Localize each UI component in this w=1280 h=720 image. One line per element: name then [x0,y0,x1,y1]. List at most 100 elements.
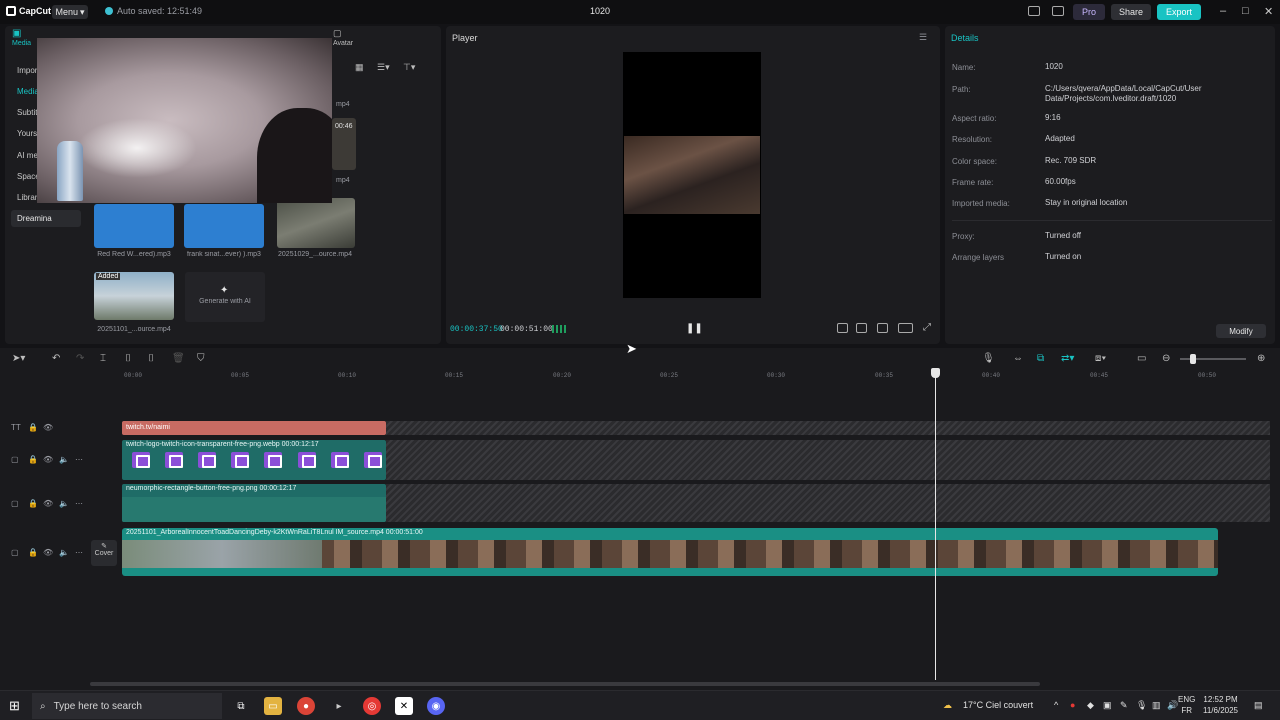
lock-icon[interactable]: 🔒 [28,423,38,432]
shield-icon[interactable]: ⛉ [197,353,205,364]
eye-icon[interactable]: 👁 [43,499,53,508]
detail-label: Aspect ratio: [952,114,997,123]
redo-icon[interactable]: ↷ [76,353,84,364]
lock-icon[interactable]: 🔒 [28,499,38,508]
playhead-handle[interactable] [931,368,940,378]
split-left-icon[interactable]: ⌷ [125,353,131,364]
ruler-tick: 00:45 [1090,372,1109,379]
zoom-out-icon[interactable]: ⊖ [1162,353,1170,364]
delete-icon[interactable]: 🗑 [172,353,185,364]
more-icon[interactable]: ⋯ [75,499,83,508]
player-menu-icon[interactable]: ☰ [919,32,927,43]
select-tool-icon[interactable]: ➤▾ [12,353,25,364]
video-preview[interactable] [623,52,761,298]
file-explorer-icon[interactable]: ▭ [264,697,282,715]
share-button[interactable]: Share [1111,4,1151,20]
main-video-clip[interactable]: 20251101_ArborealInnocentToadDancingDeby… [122,528,1218,576]
taskbar-search[interactable]: ⌕ Type here to search [32,693,222,719]
taskbar-clock[interactable]: 12:52 PM 11/6/2025 [1203,694,1238,716]
tray-app-icon[interactable]: ✎ [1120,700,1128,711]
fit-icon[interactable] [837,323,848,333]
split-icon[interactable]: ⌶ [100,353,106,364]
language-indicator[interactable]: ENG FR [1178,694,1195,716]
undo-icon[interactable]: ↶ [52,353,60,364]
media-item-audio[interactable] [94,204,174,248]
close-icon[interactable]: ✕ [1264,5,1273,18]
generate-ai-tile[interactable] [185,272,265,322]
menu-button[interactable]: Menu ▾ [52,5,88,19]
sparkle-icon: ✦ [220,285,229,296]
layout-icon[interactable] [1028,6,1040,16]
caption-icon[interactable]: ▭ [1137,353,1146,364]
zoom-slider-knob[interactable] [1190,354,1196,364]
tray-app-icon[interactable]: ● [1070,700,1075,710]
screenshot-icon[interactable] [877,323,888,333]
text-clip[interactable]: twitch.tv/naimi [122,421,386,435]
eye-icon[interactable]: 👁 [43,423,53,432]
capcut-taskbar-icon[interactable]: ✕ [395,697,413,715]
microphone-icon[interactable]: 🎙 [982,353,995,364]
lock-icon[interactable]: 🔒 [28,455,38,464]
speaker-icon[interactable]: 🔈 [59,548,69,557]
volume-icon[interactable]: 🔊 [1167,700,1178,711]
lock-icon[interactable]: 🔒 [28,548,38,557]
media-item-audio[interactable] [184,204,264,248]
text-track-extension [386,421,1270,435]
sticker-clip[interactable]: twitch-logo-twitch-icon-transparent-free… [122,440,386,480]
speaker-icon[interactable]: 🔈 [59,455,69,464]
playhead[interactable] [935,368,936,680]
ratio-icon[interactable] [898,323,913,333]
obs-icon[interactable]: ◎ [363,697,381,715]
generate-ai-label[interactable]: Generate with AI [180,298,270,305]
link-icon[interactable]: ⇔ [1013,353,1023,364]
water-bottle [57,141,83,201]
tray-app-icon[interactable]: ▣ [1103,700,1112,711]
windows-start-icon[interactable]: ⊞ [9,698,20,714]
export-button[interactable]: Export [1157,4,1201,20]
more-icon[interactable]: ⋯ [75,548,83,557]
eye-icon[interactable]: 👁 [43,455,53,464]
split-right-icon[interactable]: ⌷ [148,353,154,364]
preview-axis-icon[interactable]: ⧈▾ [1095,353,1106,364]
eye-icon[interactable]: 👁 [43,548,53,557]
tray-app-icon[interactable]: ◆ [1087,700,1094,711]
ruler-tick: 00:20 [553,372,572,379]
media-item-video[interactable] [277,198,355,248]
fullscreen-icon[interactable]: ⤢ [923,322,931,333]
quality-icon[interactable] [856,323,867,333]
chrome-icon[interactable]: ● [297,697,315,715]
snap-icon[interactable]: ⇄▾ [1061,353,1074,364]
discord-icon[interactable]: ◉ [427,697,445,715]
details-divider [952,220,1272,221]
notification-icon[interactable]: ▤ [1254,700,1263,711]
pause-icon[interactable]: ❚❚ [686,323,703,334]
cover-button[interactable]: ✎ Cover [91,540,117,566]
task-view-icon[interactable]: ⧉ [232,697,250,715]
modify-button[interactable]: Modify [1216,324,1266,338]
zoom-in-icon[interactable]: ⊕ [1257,353,1265,364]
media-caption: Red Red W...ered).mp3 [97,251,171,258]
grid-view-icon[interactable]: ▦ [355,62,364,73]
app-icon[interactable]: ▸ [330,697,348,715]
speaker-icon[interactable]: 🔈 [59,499,69,508]
filter-icon[interactable]: ⊤▾ [403,62,415,73]
minimize-icon[interactable]: – [1220,5,1226,17]
magnet-icon[interactable]: ⧉ [1037,353,1044,364]
ruler-tick: 00:50 [1198,372,1217,379]
tray-chevron-icon[interactable]: ^ [1054,700,1058,710]
weather-text[interactable]: 17°C Ciel couvert [963,700,1033,710]
sidebar-item-dreamina[interactable]: Dreamina [11,210,81,227]
shortcuts-icon[interactable] [1052,6,1064,16]
tab-media[interactable]: Media [12,40,31,47]
sort-icon[interactable]: ☰▾ [377,62,390,73]
microphone-icon[interactable]: 🎙 [1136,700,1147,711]
timeline-scrollbar[interactable] [90,682,1040,686]
more-icon[interactable]: ⋯ [75,455,83,464]
network-icon[interactable]: ▥ [1152,700,1161,711]
media-caption: 20251101_...ource.mp4 [97,326,171,333]
maximize-icon[interactable]: □ [1242,5,1249,17]
tab-avatar[interactable]: Avatar [333,40,353,47]
sticker-clip[interactable]: neumorphic-rectangle-button-free-png.png… [122,484,386,522]
pro-button[interactable]: Pro [1073,4,1105,20]
media-tab-icon[interactable]: ▣ [12,28,32,40]
